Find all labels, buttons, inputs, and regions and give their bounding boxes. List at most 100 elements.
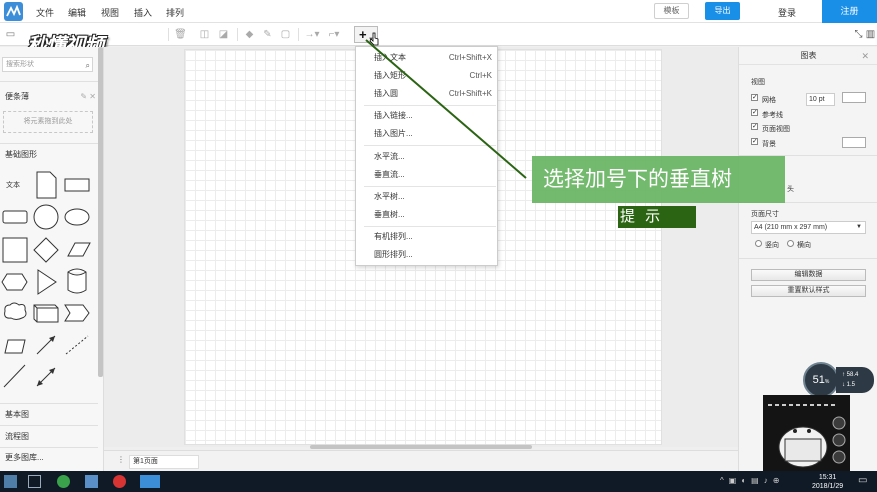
menu-organic-layout[interactable]: 有机排列...	[356, 229, 497, 245]
panel-toggle-icon[interactable]: ▭	[4, 28, 17, 41]
template-button[interactable]: 模板	[654, 3, 689, 19]
shadow-icon[interactable]: ▢	[279, 28, 292, 41]
menu-item-shortcut: Ctrl+K	[469, 71, 492, 80]
menu-vertical-tree[interactable]: 垂直树...	[356, 207, 497, 223]
speed-gauge[interactable]: 51%	[803, 362, 839, 398]
shape-diamond	[33, 237, 59, 263]
menu-arrange[interactable]: 排列	[166, 6, 184, 19]
menu-item-shortcut: Ctrl+Shift+K	[448, 89, 492, 98]
section-basic[interactable]: 基础图形	[0, 147, 98, 162]
shape-document	[36, 171, 57, 199]
shape-line	[3, 364, 26, 388]
connector-style-icon[interactable]: →▾	[303, 28, 321, 41]
landscape-label: 横向	[797, 242, 811, 249]
canvas-scrollbar[interactable]	[310, 445, 532, 449]
landscape-radio[interactable]	[787, 240, 794, 247]
edit-data-button[interactable]: 编辑数据	[751, 269, 866, 281]
guides-label: 参考线	[762, 112, 783, 119]
search-placeholder: 搜索形状	[6, 61, 34, 68]
export-button[interactable]: 导出	[705, 2, 740, 20]
file-explorer-icon[interactable]	[85, 475, 98, 488]
guides-checkbox[interactable]	[751, 109, 758, 116]
menu-insert-image[interactable]: 插入图片...	[356, 126, 497, 142]
menu-insert-link[interactable]: 插入链接...	[356, 108, 497, 124]
partial-label: 头	[787, 186, 794, 193]
menu-view[interactable]: 视图	[101, 6, 119, 19]
menu-horizontal-tree[interactable]: 水平树...	[356, 189, 497, 205]
shape-hexagon	[1, 273, 28, 291]
panel-title: 图表	[739, 47, 877, 65]
edit-close-icons[interactable]: ✎ ✕	[80, 89, 96, 104]
toolbar: ▭ 🗑 ◫ ◪ ◆ ✎ ▢ →▾ ⌐▾ + ▼ ⤡ ▥	[0, 23, 877, 46]
sidebar-scrollbar[interactable]	[98, 47, 103, 377]
search-icon[interactable]: ⌕	[86, 59, 90, 72]
portrait-radio[interactable]	[755, 240, 762, 247]
page-tab-1[interactable]: 第1页面	[129, 455, 199, 469]
shape-search-input[interactable]: 搜索形状 ⌕	[2, 57, 93, 72]
shape-cylinder	[67, 268, 87, 294]
more-shapes-link[interactable]: 更多图库...	[0, 450, 98, 465]
background-color-swatch[interactable]	[842, 137, 866, 148]
tray-icons[interactable]: ^▣◐▤♪⊕	[720, 476, 784, 485]
menu-insert-text[interactable]: 插入文本 Ctrl+Shift+X	[356, 50, 497, 66]
waypoint-style-icon[interactable]: ⌐▾	[325, 28, 343, 41]
menu-separator	[364, 105, 496, 106]
grid-color-swatch[interactable]	[842, 92, 866, 103]
to-front-icon[interactable]: ◫	[198, 28, 211, 41]
menu-insert-circle[interactable]: 插入圆 Ctrl+Shift+K	[356, 86, 497, 102]
grid-label: 网格	[762, 97, 776, 104]
line-color-icon[interactable]: ✎	[261, 28, 274, 41]
menu-horizontal-flow[interactable]: 水平流...	[356, 149, 497, 165]
close-icon[interactable]: ✕	[861, 51, 869, 62]
panel-divider	[739, 258, 877, 259]
background-checkbox[interactable]	[751, 138, 758, 145]
section-basic2[interactable]: 基本图	[0, 407, 98, 422]
notification-icon[interactable]: ▭	[858, 475, 867, 486]
page-view-checkbox[interactable]	[751, 123, 758, 130]
fill-color-icon[interactable]: ◆	[243, 28, 256, 41]
cartoon-sticker	[763, 395, 850, 472]
task-view-icon[interactable]	[28, 475, 41, 488]
record-icon[interactable]	[113, 475, 126, 488]
menu-item-label: 插入文本	[374, 53, 406, 62]
shape-square	[2, 237, 28, 263]
menu-insert[interactable]: 插入	[134, 6, 152, 19]
paper-size-select[interactable]: A4 (210 mm x 297 mm) ▼	[751, 221, 866, 234]
section-sticky-label: 便条薄	[5, 92, 29, 101]
reset-style-button[interactable]: 重置默认样式	[751, 285, 866, 297]
login-button[interactable]: 登录	[778, 6, 796, 19]
section-flowchart[interactable]: 流程图	[0, 429, 98, 444]
download-speed: 1.5	[846, 382, 856, 388]
menu-file[interactable]: 文件	[36, 6, 54, 19]
page-menu-icon[interactable]: ⋮	[117, 455, 125, 464]
page-view-label: 页面视图	[762, 126, 790, 133]
shape-ellipse	[64, 208, 90, 226]
menu-circle-layout[interactable]: 圆形排列...	[356, 247, 497, 263]
app-logo[interactable]	[4, 2, 23, 21]
browser-icon[interactable]	[57, 475, 70, 488]
panel-layout-icon[interactable]: ▥	[864, 28, 877, 41]
clock-date: 2018/1/29	[812, 483, 844, 490]
shape-cube	[33, 304, 59, 323]
to-back-icon[interactable]: ◪	[217, 28, 230, 41]
shape-circle	[33, 204, 59, 230]
section-divider	[0, 403, 98, 404]
menu-vertical-flow[interactable]: 垂直流...	[356, 167, 497, 183]
menu-insert-rect[interactable]: 插入矩形 Ctrl+K	[356, 68, 497, 84]
start-icon[interactable]	[4, 475, 17, 488]
section-divider	[0, 425, 98, 426]
drop-area[interactable]: 将元素拖到此处	[3, 111, 93, 133]
shape-triangle	[37, 269, 57, 295]
insert-dropdown-menu: 插入文本 Ctrl+Shift+X 插入矩形 Ctrl+K 插入圆 Ctrl+Shif…	[355, 46, 498, 266]
grid-size-input[interactable]: 10 pt	[806, 93, 835, 106]
app-taskbar-icon[interactable]	[140, 475, 160, 488]
menu-edit[interactable]: 编辑	[68, 6, 86, 19]
register-button[interactable]: 注册	[822, 0, 877, 23]
shape-text-label[interactable]: 文本	[6, 180, 20, 190]
clock[interactable]: 15:31 2018/1/29	[812, 473, 843, 491]
shape-palette[interactable]	[0, 168, 98, 398]
grid-checkbox[interactable]	[751, 94, 758, 101]
upload-speed: 58.4	[846, 372, 859, 378]
delete-icon[interactable]: 🗑	[174, 28, 187, 41]
section-sticky[interactable]: 便条薄 ✎ ✕	[0, 89, 98, 104]
